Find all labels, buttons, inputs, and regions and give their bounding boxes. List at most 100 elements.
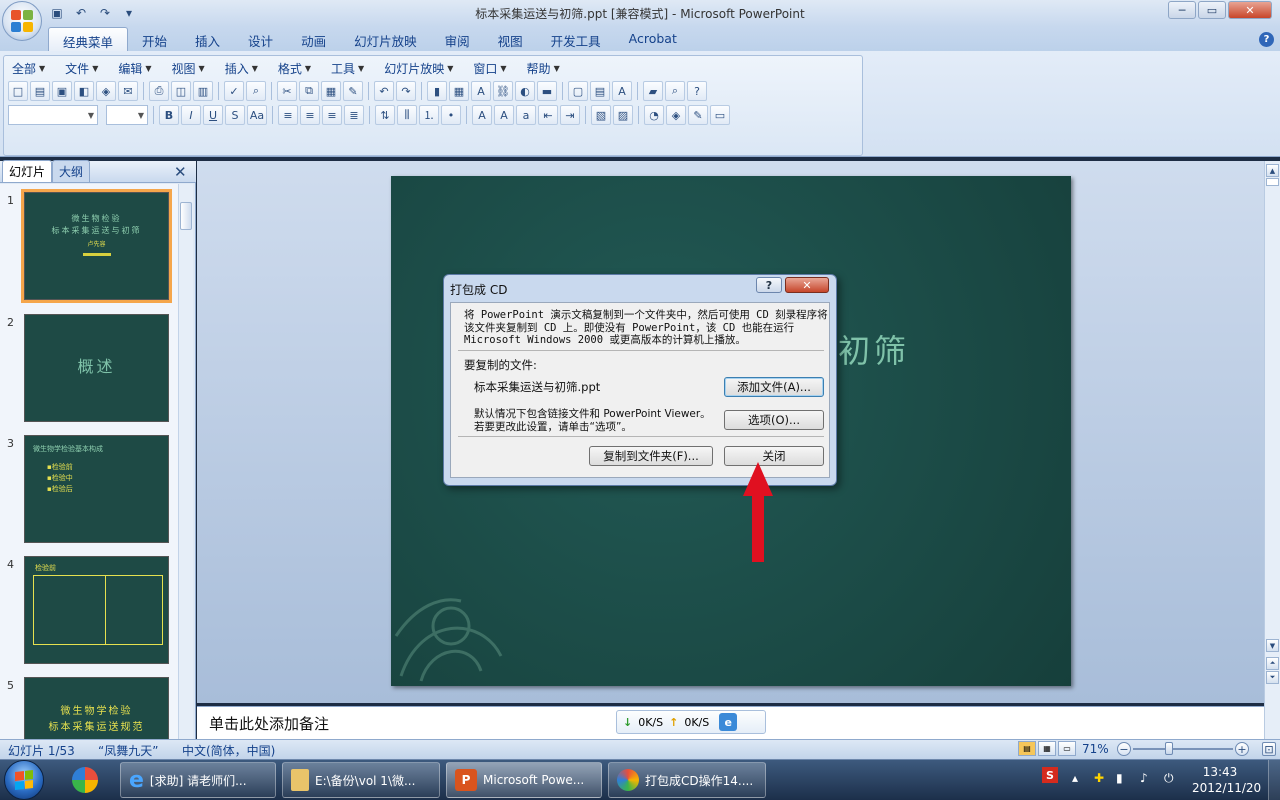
font-name-combo[interactable]: ▼ — [8, 105, 98, 125]
text-direction-icon[interactable]: ⇅ — [375, 105, 395, 125]
insert-table-icon[interactable]: ▦ — [449, 81, 469, 101]
pdf-icon[interactable]: ◧ — [74, 81, 94, 101]
copy-icon[interactable]: ⧉ — [299, 81, 319, 101]
office-button[interactable] — [2, 1, 42, 41]
italic-icon[interactable]: I — [181, 105, 201, 125]
menu-insert[interactable]: 插入 ▼ — [223, 60, 268, 77]
taskbar-task-explorer[interactable]: E:\备份\vol 1\微... — [282, 762, 440, 798]
show-desktop-button[interactable] — [1268, 760, 1280, 800]
help-icon[interactable]: ? — [1259, 32, 1274, 47]
zoom-slider-thumb[interactable] — [1165, 742, 1173, 755]
permission-icon[interactable]: ◈ — [96, 81, 116, 101]
page-setup-icon[interactable]: ▥ — [193, 81, 213, 101]
slideshow-icon[interactable]: ▭ — [1058, 741, 1076, 756]
justify-icon[interactable]: ≣ — [344, 105, 364, 125]
menu-tools[interactable]: 工具 ▼ — [329, 60, 374, 77]
scroll-up-icon[interactable]: ▲ — [1266, 164, 1279, 177]
fit-to-window-icon[interactable]: ⊡ — [1262, 742, 1276, 756]
show-hidden-icons-icon[interactable]: ▴ — [1072, 771, 1078, 785]
tab-slides[interactable]: 幻灯片 — [2, 160, 53, 182]
dialog-close-button[interactable]: ✕ — [785, 277, 829, 293]
taskbar-task-powerpoint[interactable]: P Microsoft Powe... — [446, 762, 602, 798]
previous-slide-icon[interactable]: ⏶ — [1266, 657, 1279, 670]
system-clock[interactable]: 13:43 2012/11/20 — [1192, 764, 1261, 796]
align-center-icon[interactable]: ≡ — [300, 105, 320, 125]
font-size-decrease-icon[interactable]: A — [472, 105, 492, 125]
color-icon[interactable]: ◐ — [515, 81, 535, 101]
menu-format[interactable]: 格式 ▼ — [276, 60, 321, 77]
paste-icon[interactable]: ▦ — [321, 81, 341, 101]
zoom-in-icon[interactable]: + — [1235, 742, 1249, 756]
network-shield-icon[interactable]: ✚ — [1094, 771, 1104, 785]
zoom-out-icon[interactable]: − — [1117, 742, 1131, 756]
underline-icon[interactable]: U — [203, 105, 223, 125]
align-left-icon[interactable]: ≡ — [278, 105, 298, 125]
normal-view-icon[interactable]: ▤ — [1018, 741, 1036, 756]
browser-icon[interactable]: e — [719, 713, 738, 731]
tab-classic-menu[interactable]: 经典菜单 — [48, 27, 129, 51]
pinned-app-icon[interactable] — [58, 762, 112, 798]
menu-window[interactable]: 窗口 ▼ — [471, 60, 516, 77]
tab-insert[interactable]: 插入 — [181, 27, 234, 51]
pen-icon[interactable]: ✎ — [688, 105, 708, 125]
tab-animations[interactable]: 动画 — [287, 27, 340, 51]
notes-placeholder[interactable]: 单击此处添加备注 — [209, 713, 329, 734]
minimize-button[interactable]: ─ — [1168, 1, 1196, 19]
insert-chart-icon[interactable]: ▮ — [427, 81, 447, 101]
redo-icon[interactable]: ↷ — [396, 81, 416, 101]
tab-acrobat[interactable]: Acrobat — [615, 27, 691, 51]
textbox-icon[interactable]: A — [612, 81, 632, 101]
change-case-icon[interactable]: Aa — [247, 105, 267, 125]
close-pane-icon[interactable]: ✕ — [174, 163, 187, 181]
tab-developer[interactable]: 开发工具 — [537, 27, 615, 51]
slide-thumbnail-2[interactable]: 概述 — [24, 314, 169, 422]
numbering-icon[interactable]: ⒈ — [419, 105, 439, 125]
email-icon[interactable]: ✉ — [118, 81, 138, 101]
zoom-level[interactable]: 71% — [1082, 742, 1109, 756]
print-preview-icon[interactable]: ◫ — [171, 81, 191, 101]
format-painter-icon[interactable]: ✎ — [343, 81, 363, 101]
options-button[interactable]: 选项(O)... — [724, 410, 824, 430]
taskbar-task-browser[interactable]: e [求助] 请老师们... — [120, 762, 276, 798]
shape-fill-icon[interactable]: ◔ — [644, 105, 664, 125]
slide-thumbnail-3[interactable]: 微生物学检验基本构成 ▪检验前 ▪检验中 ▪检验后 — [24, 435, 169, 543]
group-icon[interactable]: ▨ — [613, 105, 633, 125]
thumbnail-scrollbar[interactable] — [178, 184, 193, 739]
scroll-down-icon[interactable]: ▼ — [1266, 639, 1279, 652]
signal-icon[interactable]: ▮ — [1116, 771, 1123, 785]
menu-help[interactable]: 帮助 ▼ — [525, 60, 570, 77]
folder-icon[interactable]: ▰ — [643, 81, 663, 101]
zoom-slider[interactable] — [1133, 748, 1233, 750]
shadow-icon[interactable]: S — [225, 105, 245, 125]
slide-thumbnail-1[interactable]: 微生物检验 标本采集运送与初筛 卢先容 — [21, 189, 172, 303]
shrink-font-icon[interactable]: a — [516, 105, 536, 125]
zoom-icon[interactable]: ⌕ — [665, 81, 685, 101]
close-window-button[interactable]: ✕ — [1228, 1, 1272, 19]
align-right-icon[interactable]: ≡ — [322, 105, 342, 125]
next-slide-icon[interactable]: ⏷ — [1266, 671, 1279, 684]
paint-bucket-icon[interactable]: ◈ — [666, 105, 686, 125]
spelling-icon[interactable]: ✓ — [224, 81, 244, 101]
tab-outline[interactable]: 大纲 — [52, 160, 91, 182]
close-dialog-button[interactable]: 关闭 — [724, 446, 824, 466]
menu-slideshow[interactable]: 幻灯片放映 ▼ — [382, 60, 463, 77]
language-status[interactable]: 中文(简体，中国) — [182, 742, 275, 759]
restore-button[interactable]: ▭ — [1198, 1, 1226, 19]
sogou-ime-icon[interactable]: S — [1042, 767, 1058, 783]
slide-sorter-icon[interactable]: ▦ — [1038, 741, 1056, 756]
columns-icon[interactable]: ⫼ — [397, 105, 417, 125]
tab-review[interactable]: 审阅 — [431, 27, 484, 51]
undo-icon[interactable]: ↶ — [374, 81, 394, 101]
arrange-icon[interactable]: ▧ — [591, 105, 611, 125]
menu-all[interactable]: 全部 ▼ — [10, 60, 55, 77]
layout-icon[interactable]: ▤ — [590, 81, 610, 101]
new-icon[interactable]: □ — [8, 81, 28, 101]
decrease-indent-icon[interactable]: ⇤ — [538, 105, 558, 125]
editor-scrollbar[interactable]: ▲ ▼ ⏶ ⏷ — [1264, 161, 1280, 739]
bold-icon[interactable]: B — [159, 105, 179, 125]
theme-name[interactable]: “凤舞九天” — [98, 742, 158, 759]
tab-design[interactable]: 设计 — [234, 27, 287, 51]
scroll-thumb[interactable] — [180, 202, 192, 230]
tab-slideshow[interactable]: 幻灯片放映 — [340, 27, 431, 51]
tab-view[interactable]: 视图 — [484, 27, 537, 51]
